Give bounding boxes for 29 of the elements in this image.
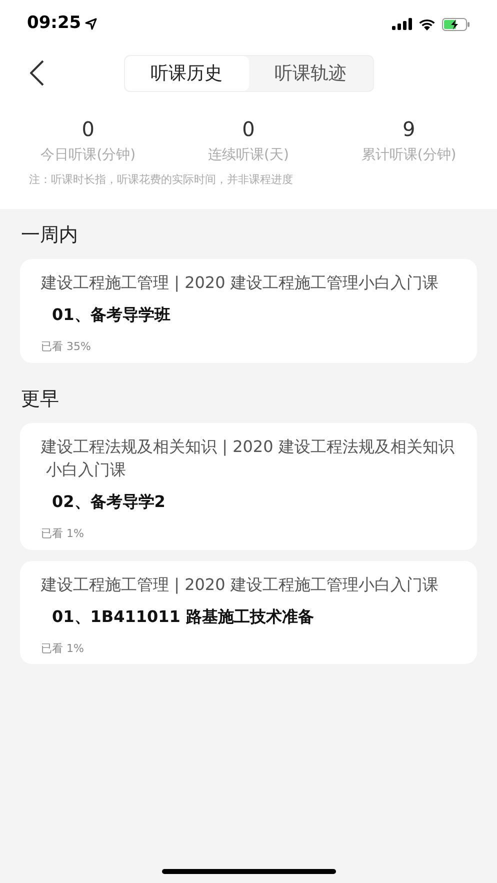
lesson-title: 02、备考导学2 <box>51 491 166 513</box>
history-card[interactable]: 建设工程施工管理 | 2020 建设工程施工管理小白入门课 01、备考导学班 已看 35% <box>20 259 477 362</box>
note-text: 注：听课时长指，听课花费的实际时间，并非课程进度 <box>29 172 294 188</box>
tab[interactable]: 听课轨迹 <box>248 56 372 90</box>
tab[interactable]: 听课历史 <box>124 56 248 90</box>
history-card[interactable]: 建设工程法规及相关知识 | 2020 建设工程法规及相关知识小白入门课 02、备考导学2 已看 1% <box>20 423 477 550</box>
section-heading: 更早 <box>21 386 60 412</box>
signal-icon <box>392 18 412 30</box>
stat-label: 连续听课(天) <box>208 146 289 165</box>
stat-label: 累计听课(分钟) <box>361 146 456 165</box>
wifi-icon <box>418 18 436 30</box>
stat-value: 0 <box>82 116 95 142</box>
stat-label: 今日听课(分钟) <box>40 146 136 165</box>
progress-text: 已看 1% <box>41 526 85 542</box>
lesson-title: 01、备考导学班 <box>51 304 172 326</box>
course-title: 建设工程施工管理 | 2020 建设工程施工管理小白入门课 <box>41 272 440 294</box>
location-arrow-icon <box>85 18 98 30</box>
stat-value: 0 <box>242 116 255 142</box>
section-heading: 一周内 <box>21 222 79 248</box>
progress-text: 已看 35% <box>41 339 92 355</box>
back-chevron-icon <box>30 60 44 86</box>
course-title: 建设工程施工管理 | 2020 建设工程施工管理小白入门课 <box>41 574 440 596</box>
history-card[interactable]: 建设工程施工管理 | 2020 建设工程施工管理小白入门课 01、1B411011 路基施工技术准备 已看 1% <box>20 560 477 664</box>
stat-value: 9 <box>402 116 416 142</box>
course-title: 建设工程法规及相关知识 | 2020 建设工程法规及相关知识小白入门课 <box>41 436 456 481</box>
battery-charging-icon <box>442 18 470 30</box>
lesson-title: 01、1B411011 路基施工技术准备 <box>51 606 315 628</box>
status-time: 09:25 <box>27 12 82 36</box>
progress-text: 已看 1% <box>41 640 85 656</box>
